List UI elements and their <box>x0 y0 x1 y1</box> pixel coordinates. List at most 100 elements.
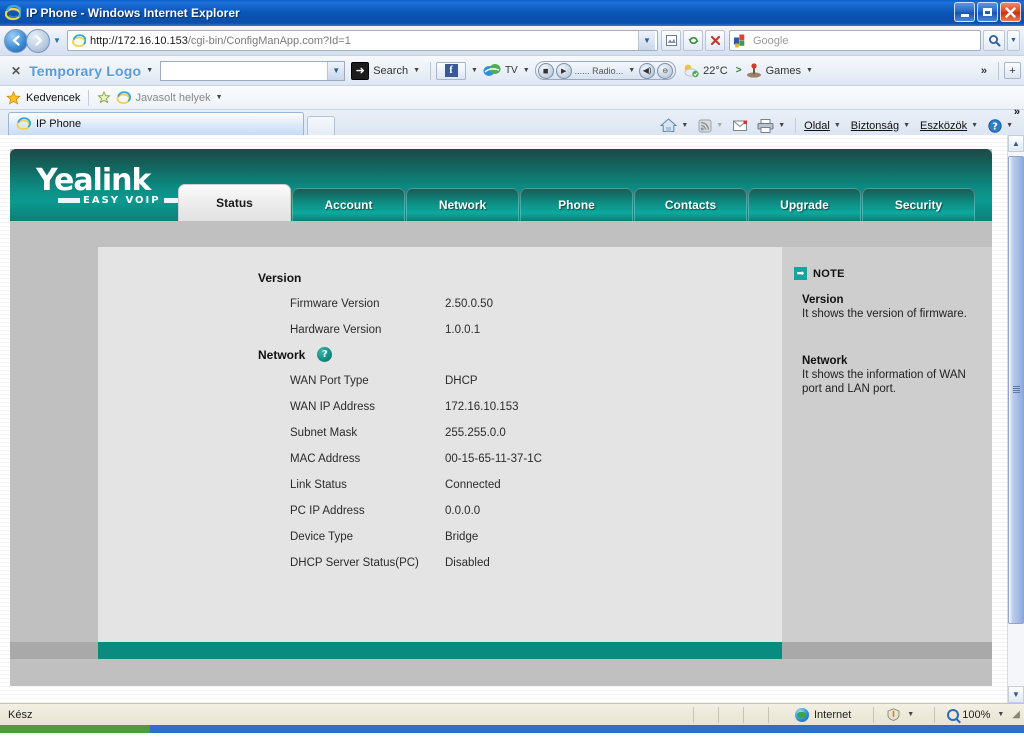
back-button[interactable] <box>4 28 28 53</box>
favorites-divider <box>88 89 90 106</box>
new-tab-button[interactable] <box>307 116 335 135</box>
add-to-favorites-icon[interactable] <box>97 91 112 104</box>
protected-mode[interactable]: ▼ <box>886 708 916 721</box>
status-divider-4 <box>767 706 769 723</box>
tab-status[interactable]: Status <box>178 184 291 221</box>
page-menu-button[interactable]: Oldal ▼ <box>801 120 846 132</box>
security-zone[interactable]: Internet <box>794 707 851 722</box>
page-viewport: Yealink EASY VOIP Status Account Network… <box>0 135 1024 703</box>
addon-search-go-icon[interactable]: ➜ <box>351 61 370 80</box>
history-dropdown-button[interactable]: ▼ <box>50 36 64 45</box>
close-button[interactable] <box>1000 2 1021 22</box>
addon-search-dropdown-icon[interactable]: ▼ <box>327 61 345 80</box>
security-menu-dropdown[interactable]: ▼ <box>901 122 912 129</box>
page-menu-dropdown[interactable]: ▼ <box>832 122 843 129</box>
scroll-down-button[interactable]: ▼ <box>1008 686 1024 703</box>
shield-icon <box>886 708 900 721</box>
tv-icon[interactable] <box>483 62 503 79</box>
minimize-button[interactable] <box>954 2 975 22</box>
tools-menu-dropdown[interactable]: ▼ <box>969 122 980 129</box>
print-icon <box>757 118 774 133</box>
protected-mode-dropdown[interactable]: ▼ <box>905 711 916 718</box>
addon-search-input[interactable]: ▼ <box>160 60 346 81</box>
mail-button[interactable] <box>730 120 752 132</box>
tab-network[interactable]: Network <box>406 188 519 221</box>
help-dropdown[interactable]: ▼ <box>1004 122 1015 129</box>
note-block-network: Network It shows the information of WAN … <box>802 355 978 396</box>
forward-button[interactable] <box>26 28 50 53</box>
zoom-dropdown[interactable]: ▼ <box>993 711 1008 718</box>
tab-account[interactable]: Account <box>292 188 405 221</box>
maximize-button[interactable] <box>977 2 998 22</box>
print-button[interactable]: ▼ <box>754 118 790 133</box>
feeds-button[interactable]: ▼ <box>695 119 728 133</box>
back-arrow-icon <box>12 35 20 46</box>
tab-security[interactable]: Security <box>862 188 975 221</box>
toolbar-divider-2 <box>998 61 999 80</box>
addon-search-button-dropdown[interactable]: ▼ <box>408 67 425 74</box>
games-dropdown[interactable]: ▼ <box>801 67 818 74</box>
page-menu-label[interactable]: Oldal <box>804 120 830 132</box>
window-title-bar: IP Phone - Windows Internet Explorer <box>0 0 1024 26</box>
command-bar: ▼ ▼ ▼ Oldal ▼ Biztonság ▼ Eszközök ▼ ? ▼… <box>657 106 1020 133</box>
radio-stop-button[interactable]: ◼ <box>537 62 554 79</box>
command-overflow-button[interactable]: » <box>1014 106 1020 118</box>
radio-play-button[interactable]: ▶ <box>555 62 572 79</box>
status-divider-3 <box>742 706 744 723</box>
label-hardware-version: Hardware Version <box>290 324 382 336</box>
tools-menu-label[interactable]: Eszközök <box>920 120 967 132</box>
mute-button[interactable]: ⊖ <box>657 62 674 79</box>
feeds-dropdown[interactable]: ▼ <box>714 122 725 129</box>
compatibility-view-icon <box>665 35 677 46</box>
favorites-star-icon <box>6 90 21 105</box>
network-help-icon[interactable]: ? <box>317 347 333 362</box>
addon-search-button-label[interactable]: Search <box>373 65 408 77</box>
help-icon: ? <box>988 118 1002 133</box>
label-mac-address: MAC Address <box>290 453 361 465</box>
browser-tab-ip-phone[interactable]: IP Phone <box>8 112 304 135</box>
weather-widget[interactable]: 22°C <box>682 63 728 78</box>
temporary-logo-dropdown[interactable]: ▼ <box>141 67 158 74</box>
url-input[interactable]: http://172.16.10.153/cgi-bin/ConfigManAp… <box>67 30 658 51</box>
print-dropdown[interactable]: ▼ <box>776 122 787 129</box>
zoom-control[interactable]: 100% ▼ <box>947 708 1008 721</box>
status-divider-1 <box>692 706 694 723</box>
toolbar-close-button[interactable]: ✕ <box>3 64 29 78</box>
facebook-button[interactable]: f <box>436 61 467 80</box>
compatibility-view-button[interactable] <box>661 30 681 51</box>
suggested-sites-dropdown[interactable]: ▼ <box>211 94 228 101</box>
page-vertical-scrollbar[interactable]: ▲ ▼ <box>1007 135 1024 703</box>
security-menu-button[interactable]: Biztonság ▼ <box>848 120 915 132</box>
search-input[interactable]: Google <box>729 30 981 51</box>
home-button[interactable]: ▼ <box>657 118 693 133</box>
tab-upgrade[interactable]: Upgrade <box>748 188 861 221</box>
help-menu-button[interactable]: ? ▼ <box>985 118 1018 133</box>
tv-dropdown[interactable]: ▼ <box>518 67 535 74</box>
facebook-dropdown[interactable]: ▼ <box>466 67 483 74</box>
favorites-label[interactable]: Kedvencek <box>26 92 80 104</box>
app-body: Version Firmware Version 2.50.0.50 Hardw… <box>10 247 992 642</box>
scroll-track[interactable] <box>1008 152 1024 686</box>
tab-phone[interactable]: Phone <box>520 188 633 221</box>
scroll-thumb[interactable] <box>1008 156 1024 624</box>
tab-contacts[interactable]: Contacts <box>634 188 747 221</box>
radio-dropdown[interactable]: ▼ <box>625 67 638 74</box>
suggested-sites-label[interactable]: Javasolt helyek <box>135 92 210 104</box>
stop-button[interactable] <box>705 30 725 51</box>
tools-menu-button[interactable]: Eszközök ▼ <box>917 120 983 132</box>
scroll-up-button[interactable]: ▲ <box>1008 135 1024 152</box>
resize-grip[interactable]: ◢ <box>1012 709 1020 720</box>
label-dhcp-server-status: DHCP Server Status(PC) <box>290 557 419 569</box>
toolbar-overflow-button[interactable]: » <box>975 65 993 77</box>
home-dropdown[interactable]: ▼ <box>679 122 690 129</box>
games-button[interactable]: > Games <box>736 63 801 78</box>
row-hardware-version: Hardware Version 1.0.0.1 <box>98 317 782 343</box>
add-toolbar-button[interactable]: + <box>1004 62 1021 79</box>
refresh-button[interactable] <box>683 30 703 51</box>
search-go-button[interactable] <box>983 30 1005 51</box>
search-provider-dropdown[interactable]: ▼ <box>1007 30 1020 51</box>
url-dropdown-button[interactable]: ▼ <box>638 31 655 50</box>
security-menu-label[interactable]: Biztonság <box>851 120 899 132</box>
volume-button[interactable]: ◀) <box>639 62 656 79</box>
mail-icon <box>733 120 748 131</box>
